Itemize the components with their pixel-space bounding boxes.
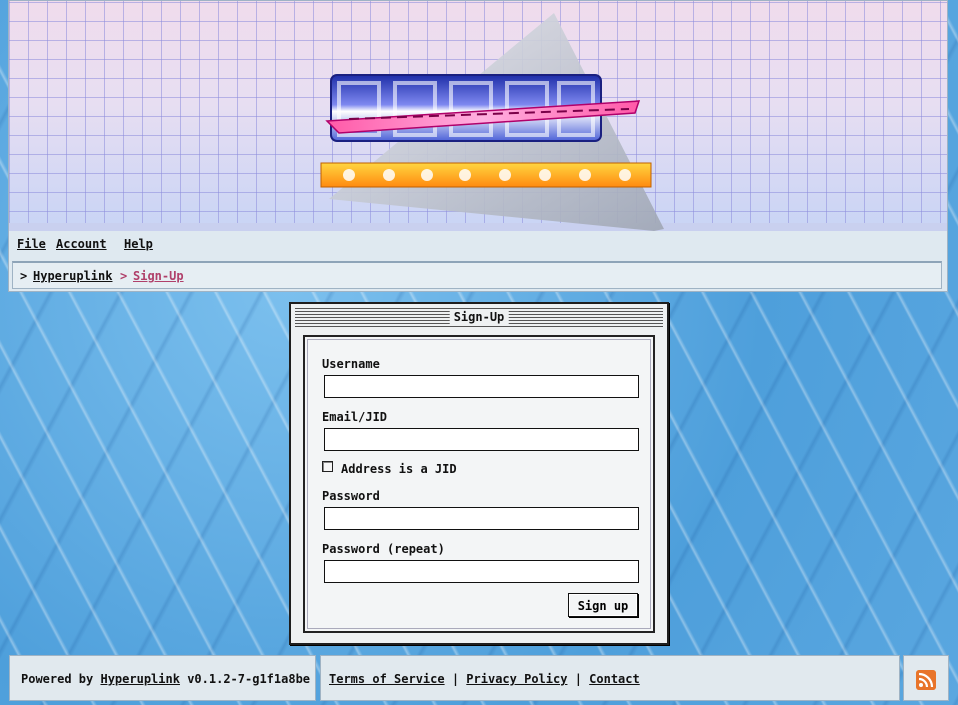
menu-file[interactable]: File	[17, 237, 46, 251]
breadcrumb-separator: >	[120, 269, 128, 283]
privacy-link[interactable]: Privacy Policy	[466, 672, 567, 686]
username-label: Username	[322, 357, 380, 371]
powered-by-text: Powered by Hyperuplink v0.1.2-7-g1f1a8be	[21, 672, 310, 686]
dialog-titlebar[interactable]: Sign-Up	[295, 308, 663, 328]
password-repeat-input[interactable]	[324, 560, 639, 583]
footer-separator: |	[451, 672, 460, 686]
password-label: Password	[322, 489, 380, 503]
terms-link[interactable]: Terms of Service	[329, 672, 445, 686]
footer-links: Terms of Service | Privacy Policy | Cont…	[320, 655, 900, 701]
breadcrumb-separator: >	[20, 269, 28, 283]
breadcrumb: > Hyperuplink > Sign-Up	[12, 261, 942, 289]
footer-powered-by: Powered by Hyperuplink v0.1.2-7-g1f1a8be	[9, 655, 316, 701]
jid-checkbox-label[interactable]: Address is a JID	[341, 462, 457, 476]
breadcrumb-current[interactable]: Sign-Up	[133, 269, 184, 283]
hyper-logo	[320, 13, 664, 231]
jid-checkbox[interactable]	[322, 461, 333, 472]
menu-bar: File Account Help	[9, 231, 947, 259]
email-label: Email/JID	[322, 410, 388, 424]
email-input[interactable]	[324, 428, 639, 451]
banner	[9, 1, 947, 231]
signup-button[interactable]: Sign up	[568, 593, 638, 617]
menu-help[interactable]: Help	[124, 237, 153, 251]
footer-feed	[903, 655, 949, 701]
signup-form: Username Email/JID Address is a JID Pass…	[303, 335, 655, 633]
rss-icon[interactable]	[916, 670, 936, 690]
breadcrumb-home-link[interactable]: Hyperuplink	[33, 269, 112, 283]
username-input[interactable]	[324, 375, 639, 398]
signup-dialog: Sign-Up Username Email/JID Address is a …	[289, 302, 669, 645]
password-repeat-label: Password (repeat)	[322, 542, 445, 556]
footer-link-row: Terms of Service | Privacy Policy | Cont…	[329, 672, 640, 686]
kana-bar	[320, 162, 652, 188]
footer-separator: |	[574, 672, 582, 686]
version-text: v0.1.2-7-g1f1a8be	[187, 672, 311, 686]
hyperuplink-link[interactable]: Hyperuplink	[100, 672, 179, 686]
password-input[interactable]	[324, 507, 639, 530]
menu-account[interactable]: Account	[56, 237, 107, 251]
contact-link[interactable]: Contact	[589, 672, 640, 686]
site-header: File Account Help > Hyperuplink > Sign-U…	[8, 0, 948, 292]
powered-prefix: Powered by	[21, 672, 94, 686]
dialog-title: Sign-Up	[449, 309, 509, 326]
